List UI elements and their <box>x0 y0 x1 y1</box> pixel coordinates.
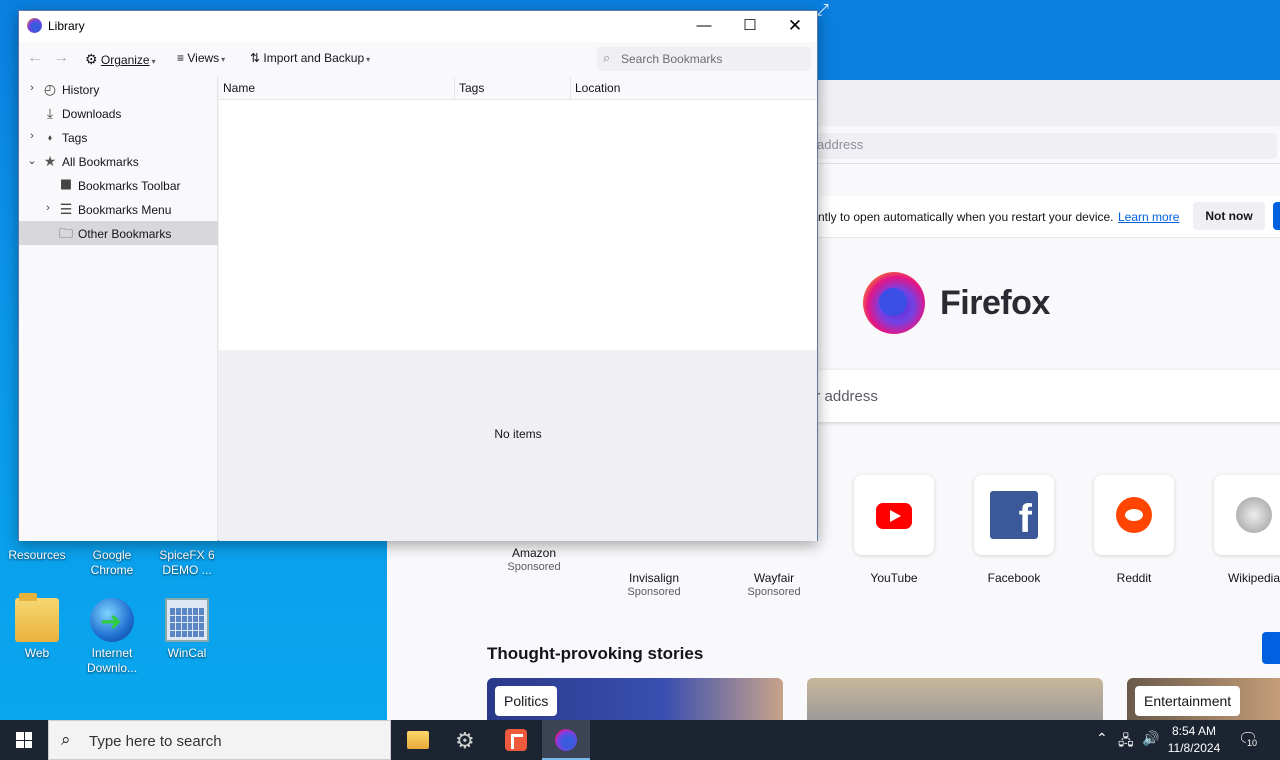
column-header-name[interactable]: Name <box>219 77 455 100</box>
shortcut-facebook[interactable]: f Facebook <box>964 475 1064 585</box>
tree-item-all-bookmarks[interactable]: ⌄ ★ All Bookmarks <box>19 149 218 173</box>
search-icon: ⌕ <box>603 50 611 65</box>
desktop-icon-internet-download-manager[interactable]: Internet Downlo... <box>77 598 147 676</box>
notice-message: ntly to open automatically when you rest… <box>818 210 1114 224</box>
app-icon <box>505 729 527 751</box>
search-bookmarks-field[interactable]: ⌕ <box>597 47 811 71</box>
taskbar-settings[interactable]: ⚙ <box>443 720 491 760</box>
tree-item-downloads[interactable]: ⤓ Downloads <box>19 101 218 125</box>
gear-icon: ⚙ <box>85 51 98 67</box>
list-icon: ≡ <box>177 51 185 65</box>
taskbar-app-red[interactable] <box>492 720 540 760</box>
bookmarks-toolbar-icon: ⯀ <box>60 177 72 193</box>
chevron-right-icon[interactable]: › <box>43 202 53 214</box>
chevron-right-icon[interactable]: › <box>27 130 37 142</box>
taskbar-firefox[interactable] <box>542 720 590 760</box>
desktop-icon-spicefx[interactable]: SpiceFX 6 DEMO ... <box>152 548 222 578</box>
bookmarks-list[interactable] <box>219 100 817 350</box>
reddit-icon <box>1116 497 1152 533</box>
tree-item-other-bookmarks[interactable]: 🗀 Other Bookmarks <box>19 221 218 245</box>
taskbar: ⌕ Type here to search ⚙ ⌃ 🖧 🔊 8:54 AM 11… <box>0 720 1280 760</box>
calendar-icon <box>165 598 209 642</box>
library-window: Library — ☐ ✕ ← → ⚙ Organize ▾ ≡ Views ▾ ⇅… <box>18 10 818 541</box>
folder-icon: 🗀 <box>59 225 73 241</box>
youtube-icon <box>876 503 912 529</box>
story-card-photo[interactable] <box>807 678 1103 720</box>
chevron-down-icon: ▾ <box>151 57 156 66</box>
learn-more-link[interactable]: Learn more <box>1118 210 1179 224</box>
back-arrow-icon[interactable]: ← <box>27 49 43 67</box>
library-sidebar-tree: › ◴ History ⤓ Downloads › ⬪ Tags ⌄ ★ All… <box>19 77 218 541</box>
forward-arrow-icon[interactable]: → <box>53 49 69 67</box>
story-card-entertainment[interactable]: Entertainment <box>1127 678 1280 720</box>
windows-logo-icon <box>16 732 32 748</box>
facebook-icon: f <box>990 491 1038 541</box>
file-explorer-icon <box>407 731 429 749</box>
clock[interactable]: 8:54 AM 11/8/2024 <box>1166 723 1222 757</box>
clock-icon: ◴ <box>43 81 57 97</box>
column-header-tags[interactable]: Tags <box>455 77 571 100</box>
taskbar-file-explorer[interactable] <box>394 720 442 760</box>
tree-item-tags[interactable]: › ⬪ Tags <box>19 125 218 149</box>
taskbar-search-box[interactable]: ⌕ Type here to search <box>48 720 391 760</box>
tree-item-bookmarks-toolbar[interactable]: ⯀ Bookmarks Toolbar <box>19 173 218 197</box>
desktop-icon-google-chrome[interactable]: Google Chrome <box>77 548 147 578</box>
sort-arrows-icon: ⇅ <box>250 51 261 65</box>
search-icon: ⌕ <box>61 730 71 749</box>
shortcut-wikipedia[interactable]: Wikipedia <box>1204 475 1280 585</box>
organize-button[interactable]: ⚙ Organize ▾ <box>85 51 156 68</box>
network-icon[interactable]: 🖧 <box>1118 730 1134 754</box>
story-card-politics[interactable]: Politics <box>487 678 783 720</box>
star-icon: ★ <box>43 153 57 169</box>
start-button[interactable] <box>0 720 48 760</box>
library-toolbar: ← → ⚙ Organize ▾ ≡ Views ▾ ⇅ Import and Ba… <box>19 42 817 77</box>
stories-heading: Thought-provoking stories <box>487 644 704 663</box>
no-items-text: No items <box>494 427 542 441</box>
column-header-location[interactable]: Location <box>571 77 817 100</box>
bookmarks-list-header: Name Tags Location <box>219 77 817 100</box>
window-title: Library <box>48 19 85 33</box>
tree-item-bookmarks-menu[interactable]: › ☰ Bookmarks Menu <box>19 197 218 221</box>
chevron-down-icon: ▾ <box>366 55 371 64</box>
tree-item-history[interactable]: › ◴ History <box>19 77 218 101</box>
maximize-button[interactable]: ☐ <box>727 11 773 42</box>
chevron-down-icon[interactable]: ⌄ <box>27 154 37 167</box>
chevron-up-icon[interactable]: ⌃ <box>1096 730 1108 747</box>
desktop-icon-wincal[interactable]: WinCal <box>152 598 222 661</box>
close-button[interactable]: ✕ <box>772 11 818 42</box>
folder-icon <box>15 593 59 642</box>
shortcut-reddit[interactable]: Reddit <box>1084 475 1184 585</box>
import-backup-button[interactable]: ⇅ Import and Backup ▾ <box>250 51 370 65</box>
chevron-right-icon[interactable]: › <box>27 82 37 94</box>
minimize-button[interactable]: — <box>681 11 727 42</box>
firefox-wordmark: Firefox <box>940 284 1050 322</box>
notification-center-icon[interactable]: 🗨10 <box>1238 729 1258 749</box>
wikipedia-icon <box>1236 497 1272 533</box>
chevron-down-icon: ▾ <box>221 55 226 64</box>
desktop-icon-web[interactable]: Web <box>2 593 72 661</box>
not-now-button[interactable]: Not now <box>1193 202 1265 230</box>
download-icon: ⤓ <box>46 105 54 121</box>
gear-icon: ⚙ <box>455 728 475 753</box>
globe-download-icon <box>90 598 134 642</box>
shortcut-youtube[interactable]: YouTube <box>844 475 944 585</box>
details-pane: No items <box>219 350 817 541</box>
bookmarks-menu-icon: ☰ <box>59 201 73 217</box>
tag-icon: ⬪ <box>48 129 52 145</box>
firefox-logo-icon <box>863 272 925 334</box>
views-button[interactable]: ≡ Views ▾ <box>177 51 225 65</box>
primary-notice-button[interactable] <box>1273 202 1280 230</box>
library-titlebar[interactable]: Library — ☐ ✕ <box>19 11 817 42</box>
search-bookmarks-input[interactable] <box>621 50 801 68</box>
firefox-icon <box>27 18 42 33</box>
desktop-icon-resources[interactable]: Resources <box>2 548 72 563</box>
firefox-icon <box>555 729 577 751</box>
volume-icon[interactable]: 🔊 <box>1142 730 1159 747</box>
stories-action-button[interactable] <box>1262 632 1280 664</box>
